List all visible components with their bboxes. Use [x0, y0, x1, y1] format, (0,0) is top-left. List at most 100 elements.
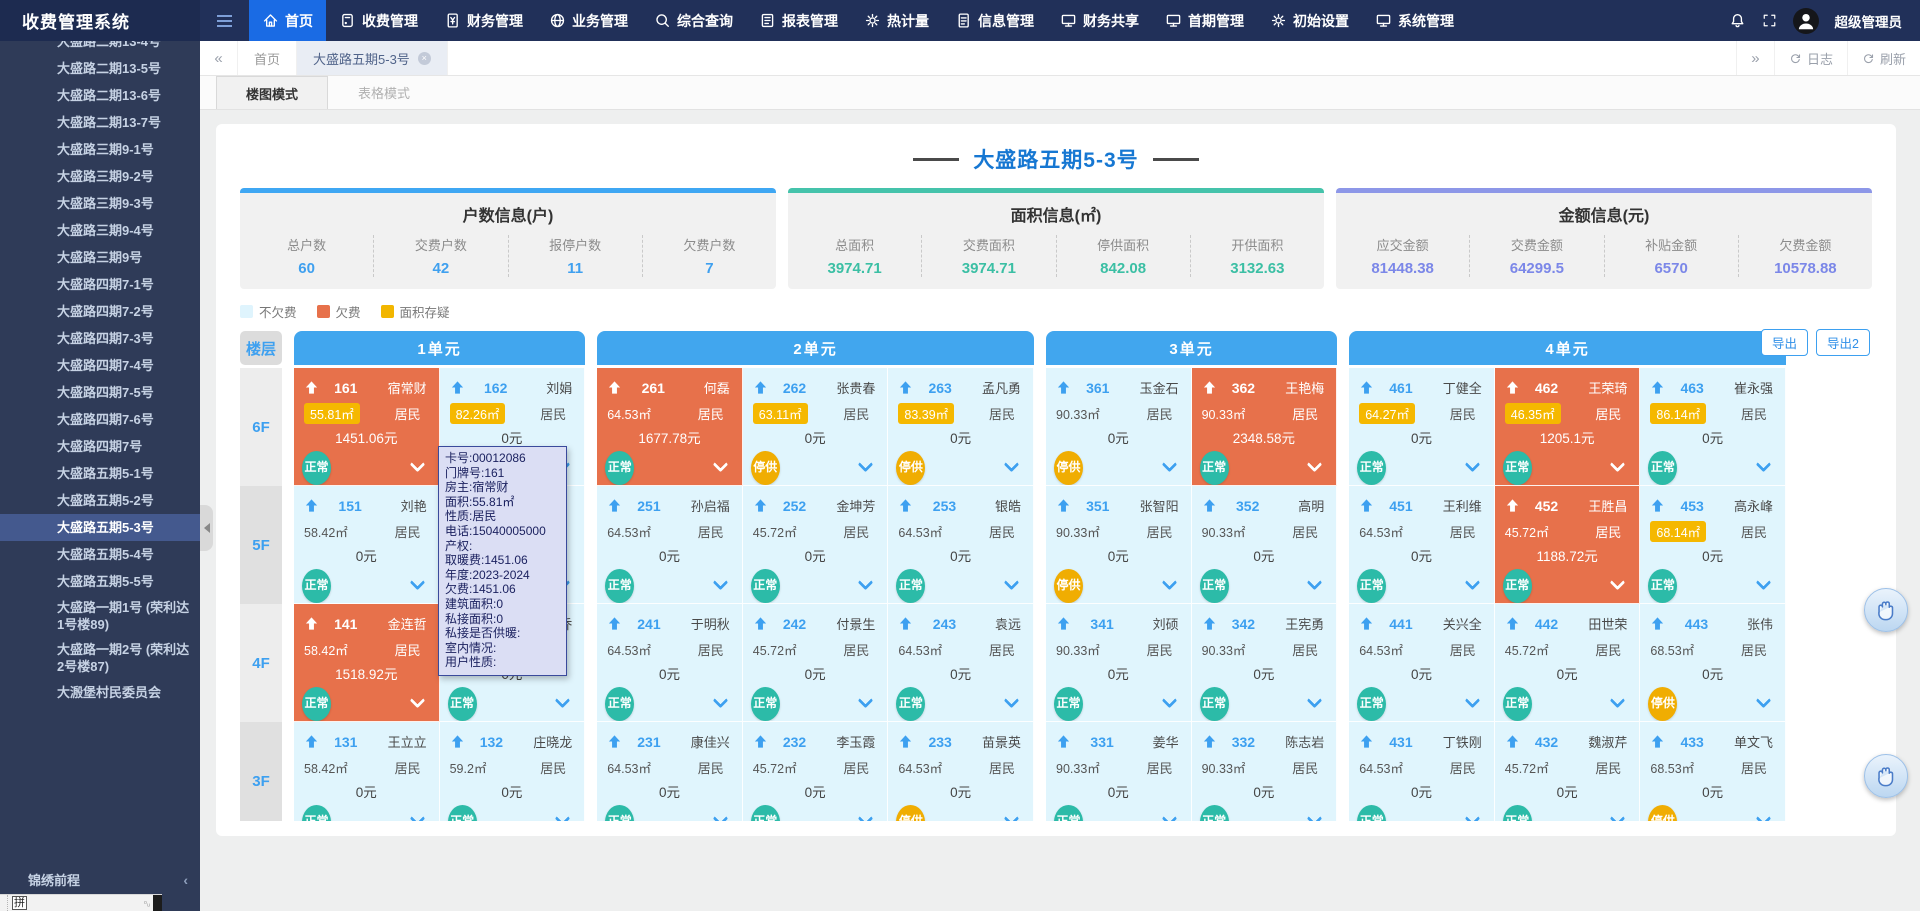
chevron-down-icon[interactable]	[1756, 693, 1772, 709]
bell-icon[interactable]	[1729, 12, 1746, 29]
chevron-down-icon[interactable]	[1465, 457, 1481, 473]
chevron-down-icon[interactable]	[1307, 693, 1323, 709]
room-cell-441[interactable]: 441关兴全64.53㎡居民0元正常	[1349, 604, 1495, 722]
room-cell-451[interactable]: 451王利维64.53㎡居民0元正常	[1349, 486, 1495, 604]
room-cell-433[interactable]: 433单文飞68.53㎡居民0元停供	[1640, 722, 1786, 821]
room-cell-263[interactable]: 263孟凡勇83.39㎡居民0元停供	[888, 368, 1034, 486]
room-cell-261[interactable]: 261何磊64.53㎡居民1677.78元正常	[597, 368, 743, 486]
room-cell-431[interactable]: 431丁铁刚64.53㎡居民0元正常	[1349, 722, 1495, 821]
chevron-down-icon[interactable]	[1161, 575, 1177, 591]
room-cell-443[interactable]: 443张伟68.53㎡居民0元停供	[1640, 604, 1786, 722]
sidebar-item-building[interactable]: 大盛路四期7-5号	[0, 379, 200, 406]
drag-hand-button-1[interactable]	[1864, 588, 1908, 632]
room-cell-131[interactable]: 131王立立58.42㎡居民0元正常	[294, 722, 440, 821]
chevron-down-icon[interactable]	[555, 693, 571, 709]
chevron-down-icon[interactable]	[1610, 693, 1626, 709]
room-cell-233[interactable]: 233苗景英64.53㎡居民0元停供	[888, 722, 1034, 821]
room-cell-463[interactable]: 463崔永强86.14㎡居民0元正常	[1640, 368, 1786, 486]
chevron-down-icon[interactable]	[1756, 457, 1772, 473]
chevron-down-icon[interactable]	[1756, 811, 1772, 821]
mode-tab-楼图模式[interactable]: 楼图模式	[216, 76, 328, 109]
chevron-down-icon[interactable]	[555, 811, 571, 821]
chevron-down-icon[interactable]	[1004, 811, 1020, 821]
sidebar-item-building[interactable]: 大盛路二期13-7号	[0, 109, 200, 136]
room-cell-331[interactable]: 331姜华90.33㎡居民0元正常	[1046, 722, 1192, 821]
chevron-down-icon[interactable]	[1610, 811, 1626, 821]
sidebar-item-building[interactable]: 大盛路二期13-6号	[0, 82, 200, 109]
sidebar-collapse-handle[interactable]	[200, 505, 213, 551]
tabs-scroll-left-icon[interactable]: «	[200, 41, 238, 75]
nav-item-报表管理[interactable]: 报表管理	[746, 0, 851, 41]
chevron-down-icon[interactable]	[858, 811, 874, 821]
fullscreen-icon[interactable]	[1762, 13, 1777, 28]
avatar[interactable]	[1793, 8, 1819, 34]
nav-item-信息管理[interactable]: 信息管理	[942, 0, 1047, 41]
chevron-down-icon[interactable]	[1004, 575, 1020, 591]
chevron-down-icon[interactable]	[409, 693, 425, 709]
room-cell-253[interactable]: 253银皓64.53㎡居民0元正常	[888, 486, 1034, 604]
room-cell-243[interactable]: 243袁远64.53㎡居民0元正常	[888, 604, 1034, 722]
sidebar-item-building[interactable]: 大盛路一期1号 (荣利达1号楼89)	[0, 595, 200, 637]
chevron-down-icon[interactable]	[409, 811, 425, 821]
chevron-down-icon[interactable]	[1307, 457, 1323, 473]
sidebar-item-building[interactable]: 大溵堡村民委员会	[0, 679, 200, 706]
room-cell-241[interactable]: 241于明秋64.53㎡居民0元正常	[597, 604, 743, 722]
room-cell-132[interactable]: 132庄晓龙59.2㎡居民0元正常	[440, 722, 586, 821]
room-cell-262[interactable]: 262张贵春63.11㎡居民0元停供	[743, 368, 889, 486]
nav-item-初始设置[interactable]: 初始设置	[1257, 0, 1362, 41]
page-tab-首页[interactable]: 首页	[238, 41, 297, 75]
room-cell-453[interactable]: 453高永峰68.14㎡居民0元正常	[1640, 486, 1786, 604]
sidebar-item-building[interactable]: 大盛路三期9-1号	[0, 136, 200, 163]
chevron-down-icon[interactable]	[1756, 575, 1772, 591]
sidebar-item-building[interactable]: 大盛路五期5-4号	[0, 541, 200, 568]
room-cell-252[interactable]: 252金坤芳45.72㎡居民0元正常	[743, 486, 889, 604]
sidebar-item-building[interactable]: 大盛路一期2号 (荣利达2号楼87)	[0, 637, 200, 679]
sidebar-item-building[interactable]: 大盛路五期5-5号	[0, 568, 200, 595]
nav-item-收费管理[interactable]: 收费管理	[326, 0, 431, 41]
room-cell-141[interactable]: 141金连哲58.42㎡居民1518.92元正常	[294, 604, 440, 722]
nav-item-系统管理[interactable]: 系统管理	[1362, 0, 1467, 41]
export-button-导出[interactable]: 导出	[1761, 329, 1808, 356]
menu-toggle-icon[interactable]	[200, 0, 249, 41]
room-cell-232[interactable]: 232李玉霞45.72㎡居民0元正常	[743, 722, 889, 821]
sidebar-collapse-icon[interactable]: ‹	[183, 872, 188, 888]
sidebar-item-building[interactable]: 大盛路四期7-2号	[0, 298, 200, 325]
nav-item-首期管理[interactable]: 首期管理	[1152, 0, 1257, 41]
tab-action-刷新[interactable]: 刷新	[1847, 41, 1920, 75]
chevron-down-icon[interactable]	[1465, 575, 1481, 591]
sidebar-item-building[interactable]: 大盛路五期5-2号	[0, 487, 200, 514]
chevron-down-icon[interactable]	[858, 693, 874, 709]
chevron-down-icon[interactable]	[1004, 693, 1020, 709]
chevron-down-icon[interactable]	[409, 457, 425, 473]
ime-mode-label[interactable]: 拼	[12, 896, 27, 910]
mode-tab-表格模式[interactable]: 表格模式	[328, 76, 440, 109]
chevron-down-icon[interactable]	[713, 575, 729, 591]
chevron-down-icon[interactable]	[409, 575, 425, 591]
tab-close-icon[interactable]: ×	[418, 52, 431, 65]
footer-community-label[interactable]: 锦绣前程	[28, 870, 80, 889]
ime-drag-handle[interactable]	[0, 895, 8, 911]
sidebar-item-building[interactable]: 大盛路五期5-1号	[0, 460, 200, 487]
room-cell-341[interactable]: 341刘硕90.33㎡居民0元正常	[1046, 604, 1192, 722]
nav-item-财务管理[interactable]: 财务管理	[431, 0, 536, 41]
sidebar-item-building[interactable]: 大盛路三期9-3号	[0, 190, 200, 217]
sidebar-item-building[interactable]: 大盛路五期5-3号	[0, 514, 200, 541]
nav-item-综合查询[interactable]: 综合查询	[641, 0, 746, 41]
chevron-down-icon[interactable]	[1307, 811, 1323, 821]
sidebar-item-building[interactable]: 大盛路二期13-5号	[0, 55, 200, 82]
chevron-down-icon[interactable]	[858, 575, 874, 591]
sidebar-item-building[interactable]: 大盛路四期7-3号	[0, 325, 200, 352]
room-cell-462[interactable]: 462王荣琦46.35㎡居民1205.1元正常	[1495, 368, 1641, 486]
page-tab-大盛路五期5-3号[interactable]: 大盛路五期5-3号×	[297, 41, 448, 75]
sidebar-item-building[interactable]: 大盛路四期7号	[0, 433, 200, 460]
sidebar-item-building[interactable]: 大盛路四期7-4号	[0, 352, 200, 379]
room-cell-342[interactable]: 342王宪勇90.33㎡居民0元正常	[1192, 604, 1338, 722]
sidebar-item-building[interactable]: 大盛路四期7-6号	[0, 406, 200, 433]
room-cell-251[interactable]: 251孙启福64.53㎡居民0元正常	[597, 486, 743, 604]
room-cell-352[interactable]: 352高明90.33㎡居民0元正常	[1192, 486, 1338, 604]
nav-item-业务管理[interactable]: 业务管理	[536, 0, 641, 41]
sidebar-item-building[interactable]: 大盛路二期13-4号	[0, 41, 200, 55]
chevron-down-icon[interactable]	[713, 693, 729, 709]
chevron-down-icon[interactable]	[858, 457, 874, 473]
sidebar-item-building[interactable]: 大盛路三期9-2号	[0, 163, 200, 190]
